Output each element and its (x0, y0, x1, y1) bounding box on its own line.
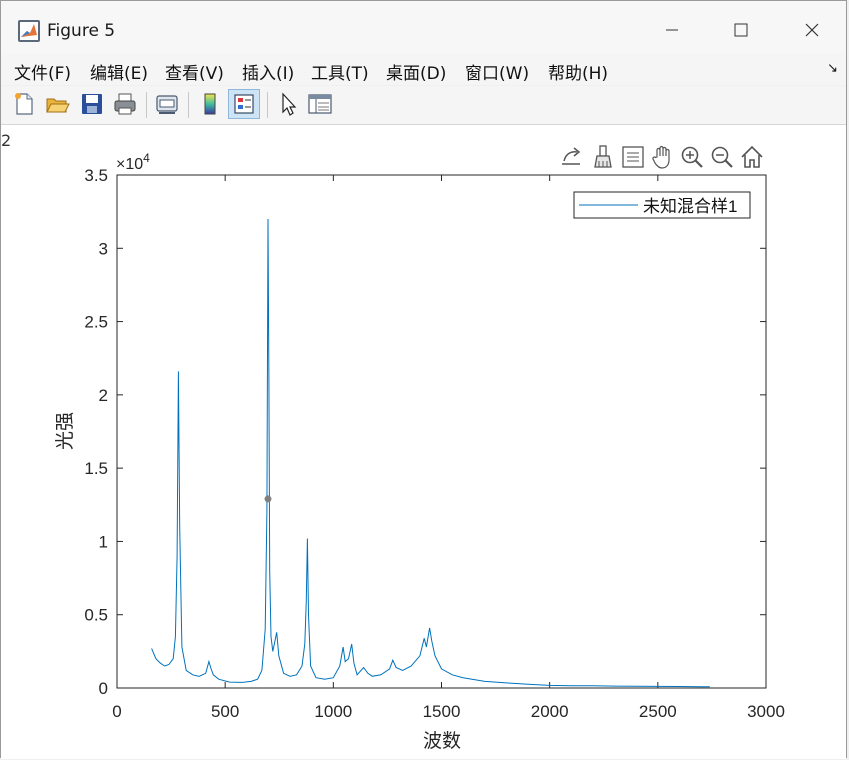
maximize-icon (734, 23, 748, 37)
x-tick-label: 2000 (531, 702, 569, 721)
figure-toolbar (1, 86, 846, 125)
menu-insert[interactable]: 插入(I) (242, 59, 294, 84)
legend-button[interactable] (228, 89, 260, 119)
y-tick-label: 3 (99, 239, 108, 258)
menu-file[interactable]: 文件(F) (14, 59, 71, 84)
y-tick-label: 1.5 (84, 459, 108, 478)
menu-window[interactable]: 窗口(W) (465, 59, 529, 84)
toolbar-separator (146, 92, 147, 118)
title-bar: Figure 5 (1, 1, 846, 53)
save-icon[interactable] (79, 91, 105, 117)
x-tick-label: 1500 (423, 702, 461, 721)
close-icon (805, 23, 819, 37)
menu-desktop[interactable]: 桌面(D) (386, 59, 446, 84)
legend-icon (234, 94, 254, 114)
link-plot-icon[interactable] (154, 91, 180, 117)
toolbar-separator (267, 92, 268, 118)
y-exponent-label: ×104 (116, 151, 150, 173)
minimize-button[interactable] (649, 15, 695, 45)
x-axis-label: 波数 (423, 730, 461, 752)
axes-box (116, 174, 767, 689)
y-tick-label: 0 (99, 679, 108, 698)
y-tick-label: 3.5 (84, 166, 108, 185)
x-tick-label: 3000 (747, 702, 785, 721)
matlab-logo-icon (18, 20, 40, 42)
y-axis-label: 光强 (54, 412, 76, 450)
close-button[interactable] (789, 15, 835, 45)
x-tick-label: 500 (211, 702, 239, 721)
edit-plot-icon[interactable] (275, 91, 301, 117)
property-inspector-icon[interactable] (307, 91, 333, 117)
x-tick-label: 2500 (639, 702, 677, 721)
new-figure-icon[interactable] (11, 91, 37, 117)
y-tick-label: 0.5 (84, 606, 108, 625)
menu-tools[interactable]: 工具(T) (311, 59, 369, 84)
colorbar-icon[interactable] (197, 91, 223, 117)
figure-window: Figure 5 文件(F) 编辑(E) 查看(V) 插入(I) 工具(T) 桌… (0, 0, 848, 759)
open-file-icon[interactable] (44, 91, 70, 117)
x-tick-label: 1000 (314, 702, 352, 721)
print-icon[interactable] (112, 91, 138, 117)
legend[interactable]: 未知混合样1 (573, 191, 751, 219)
x-tick-label: 0 (112, 702, 121, 721)
maximize-button[interactable] (718, 15, 764, 45)
menu-edit[interactable]: 编辑(E) (90, 59, 148, 84)
y-tick-label: 2 (99, 386, 108, 405)
menu-help[interactable]: 帮助(H) (548, 59, 608, 84)
minimize-icon (666, 29, 678, 31)
window-title: Figure 5 (47, 21, 116, 41)
menu-bar: 文件(F) 编辑(E) 查看(V) 插入(I) 工具(T) 桌面(D) 窗口(W… (1, 53, 846, 85)
y-tick-label: 1 (99, 532, 108, 551)
legend-entry: 未知混合样1 (643, 197, 737, 216)
dock-arrow-icon[interactable]: ↘ (827, 61, 838, 76)
y-tick-label: 2.5 (84, 313, 108, 332)
series-line[interactable] (151, 218, 710, 688)
plot-axes[interactable]: 0 500 1000 1500 2000 2500 3000 0 0.5 1 1.5 2 2.5 3 3.5… (1, 125, 848, 759)
toolbar-separator (188, 92, 189, 118)
menu-view[interactable]: 查看(V) (165, 59, 224, 84)
data-tip-marker[interactable] (264, 495, 272, 503)
